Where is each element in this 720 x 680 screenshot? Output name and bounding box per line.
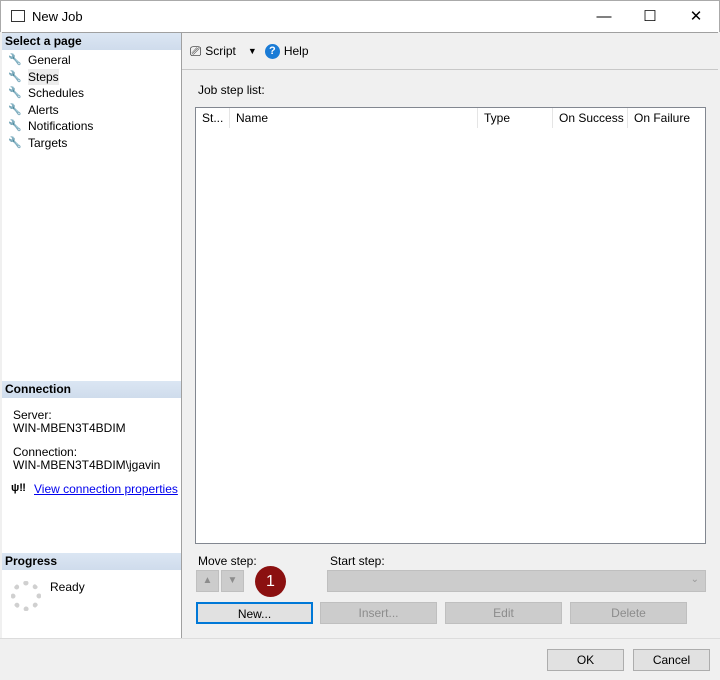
nav-item-general[interactable]: 🔧 General bbox=[8, 52, 71, 68]
connection-header: Connection bbox=[2, 381, 181, 398]
step-badge: 1 bbox=[255, 566, 286, 597]
nav-item-schedules[interactable]: 🔧 Schedules bbox=[8, 85, 84, 101]
edit-step-button[interactable]: Edit bbox=[445, 602, 562, 624]
arrow-up-icon: ▲ bbox=[202, 575, 213, 586]
nav-item-alerts[interactable]: 🔧 Alerts bbox=[8, 102, 59, 118]
left-pane: Select a page 🔧 General 🔧 Steps 🔧 Schedules… bbox=[2, 32, 182, 638]
column-header-name[interactable]: Name bbox=[230, 108, 478, 128]
wrench-icon: 🔧 bbox=[8, 71, 22, 83]
progress-header: Progress bbox=[2, 553, 181, 570]
connection-plug-icon: ψ‼ bbox=[11, 482, 26, 494]
progress-status: Ready bbox=[50, 580, 85, 594]
script-icon: ⎚ bbox=[190, 42, 202, 59]
move-up-button[interactable]: ▲ bbox=[196, 570, 219, 592]
column-header-type[interactable]: Type bbox=[478, 108, 553, 128]
column-header-on-failure[interactable]: On Failure bbox=[628, 108, 705, 128]
job-step-list[interactable]: St... Name Type On Success On Failure bbox=[195, 107, 706, 544]
column-header-status[interactable]: St... bbox=[196, 108, 230, 128]
wrench-icon: 🔧 bbox=[8, 54, 22, 66]
column-header-on-success[interactable]: On Success bbox=[553, 108, 628, 128]
toolbar: ⎚ Script ▼ ? Help bbox=[182, 33, 718, 70]
arrow-down-icon: ▼ bbox=[227, 575, 238, 586]
progress-spinner-icon bbox=[11, 581, 41, 611]
maximize-button[interactable]: ☐ bbox=[627, 1, 673, 33]
start-step-label: Start step: bbox=[330, 554, 385, 568]
new-step-button[interactable]: New... bbox=[196, 602, 313, 624]
nav-item-targets[interactable]: 🔧 Targets bbox=[8, 135, 67, 151]
nav-item-notifications[interactable]: 🔧 Notifications bbox=[8, 118, 93, 134]
chevron-down-icon: ⌄ bbox=[690, 574, 699, 585]
wrench-icon: 🔧 bbox=[8, 120, 22, 132]
close-button[interactable]: ✕ bbox=[673, 1, 719, 33]
server-label: Server: bbox=[13, 408, 52, 422]
move-step-label: Move step: bbox=[198, 554, 257, 568]
wrench-icon: 🔧 bbox=[8, 87, 22, 99]
select-page-header: Select a page bbox=[2, 33, 181, 50]
delete-step-button[interactable]: Delete bbox=[570, 602, 687, 624]
connection-value: WIN-MBEN3T4BDIM\jgavin bbox=[13, 458, 161, 472]
script-button[interactable]: Script bbox=[205, 44, 236, 58]
cancel-button[interactable]: Cancel bbox=[633, 649, 710, 671]
move-down-button[interactable]: ▼ bbox=[221, 570, 244, 592]
nav-item-steps[interactable]: 🔧 Steps bbox=[8, 69, 59, 85]
insert-step-button[interactable]: Insert... bbox=[320, 602, 437, 624]
server-value: WIN-MBEN3T4BDIM bbox=[13, 421, 126, 435]
window-icon bbox=[11, 10, 25, 22]
help-button[interactable]: Help bbox=[284, 44, 309, 58]
title-bar: New Job — ☐ ✕ bbox=[0, 0, 720, 32]
window-title: New Job bbox=[32, 9, 83, 24]
minimize-button[interactable]: — bbox=[581, 1, 627, 33]
start-step-select[interactable]: ⌄ bbox=[327, 570, 706, 592]
ok-button[interactable]: OK bbox=[547, 649, 624, 671]
wrench-icon: 🔧 bbox=[8, 104, 22, 116]
footer: OK Cancel bbox=[0, 638, 720, 680]
view-connection-properties-link[interactable]: View connection properties bbox=[34, 482, 178, 496]
wrench-icon: 🔧 bbox=[8, 137, 22, 149]
help-icon: ? bbox=[264, 43, 280, 59]
script-dropdown-icon[interactable]: ▼ bbox=[248, 46, 257, 56]
connection-label: Connection: bbox=[13, 445, 78, 459]
job-step-list-label: Job step list: bbox=[198, 83, 265, 97]
